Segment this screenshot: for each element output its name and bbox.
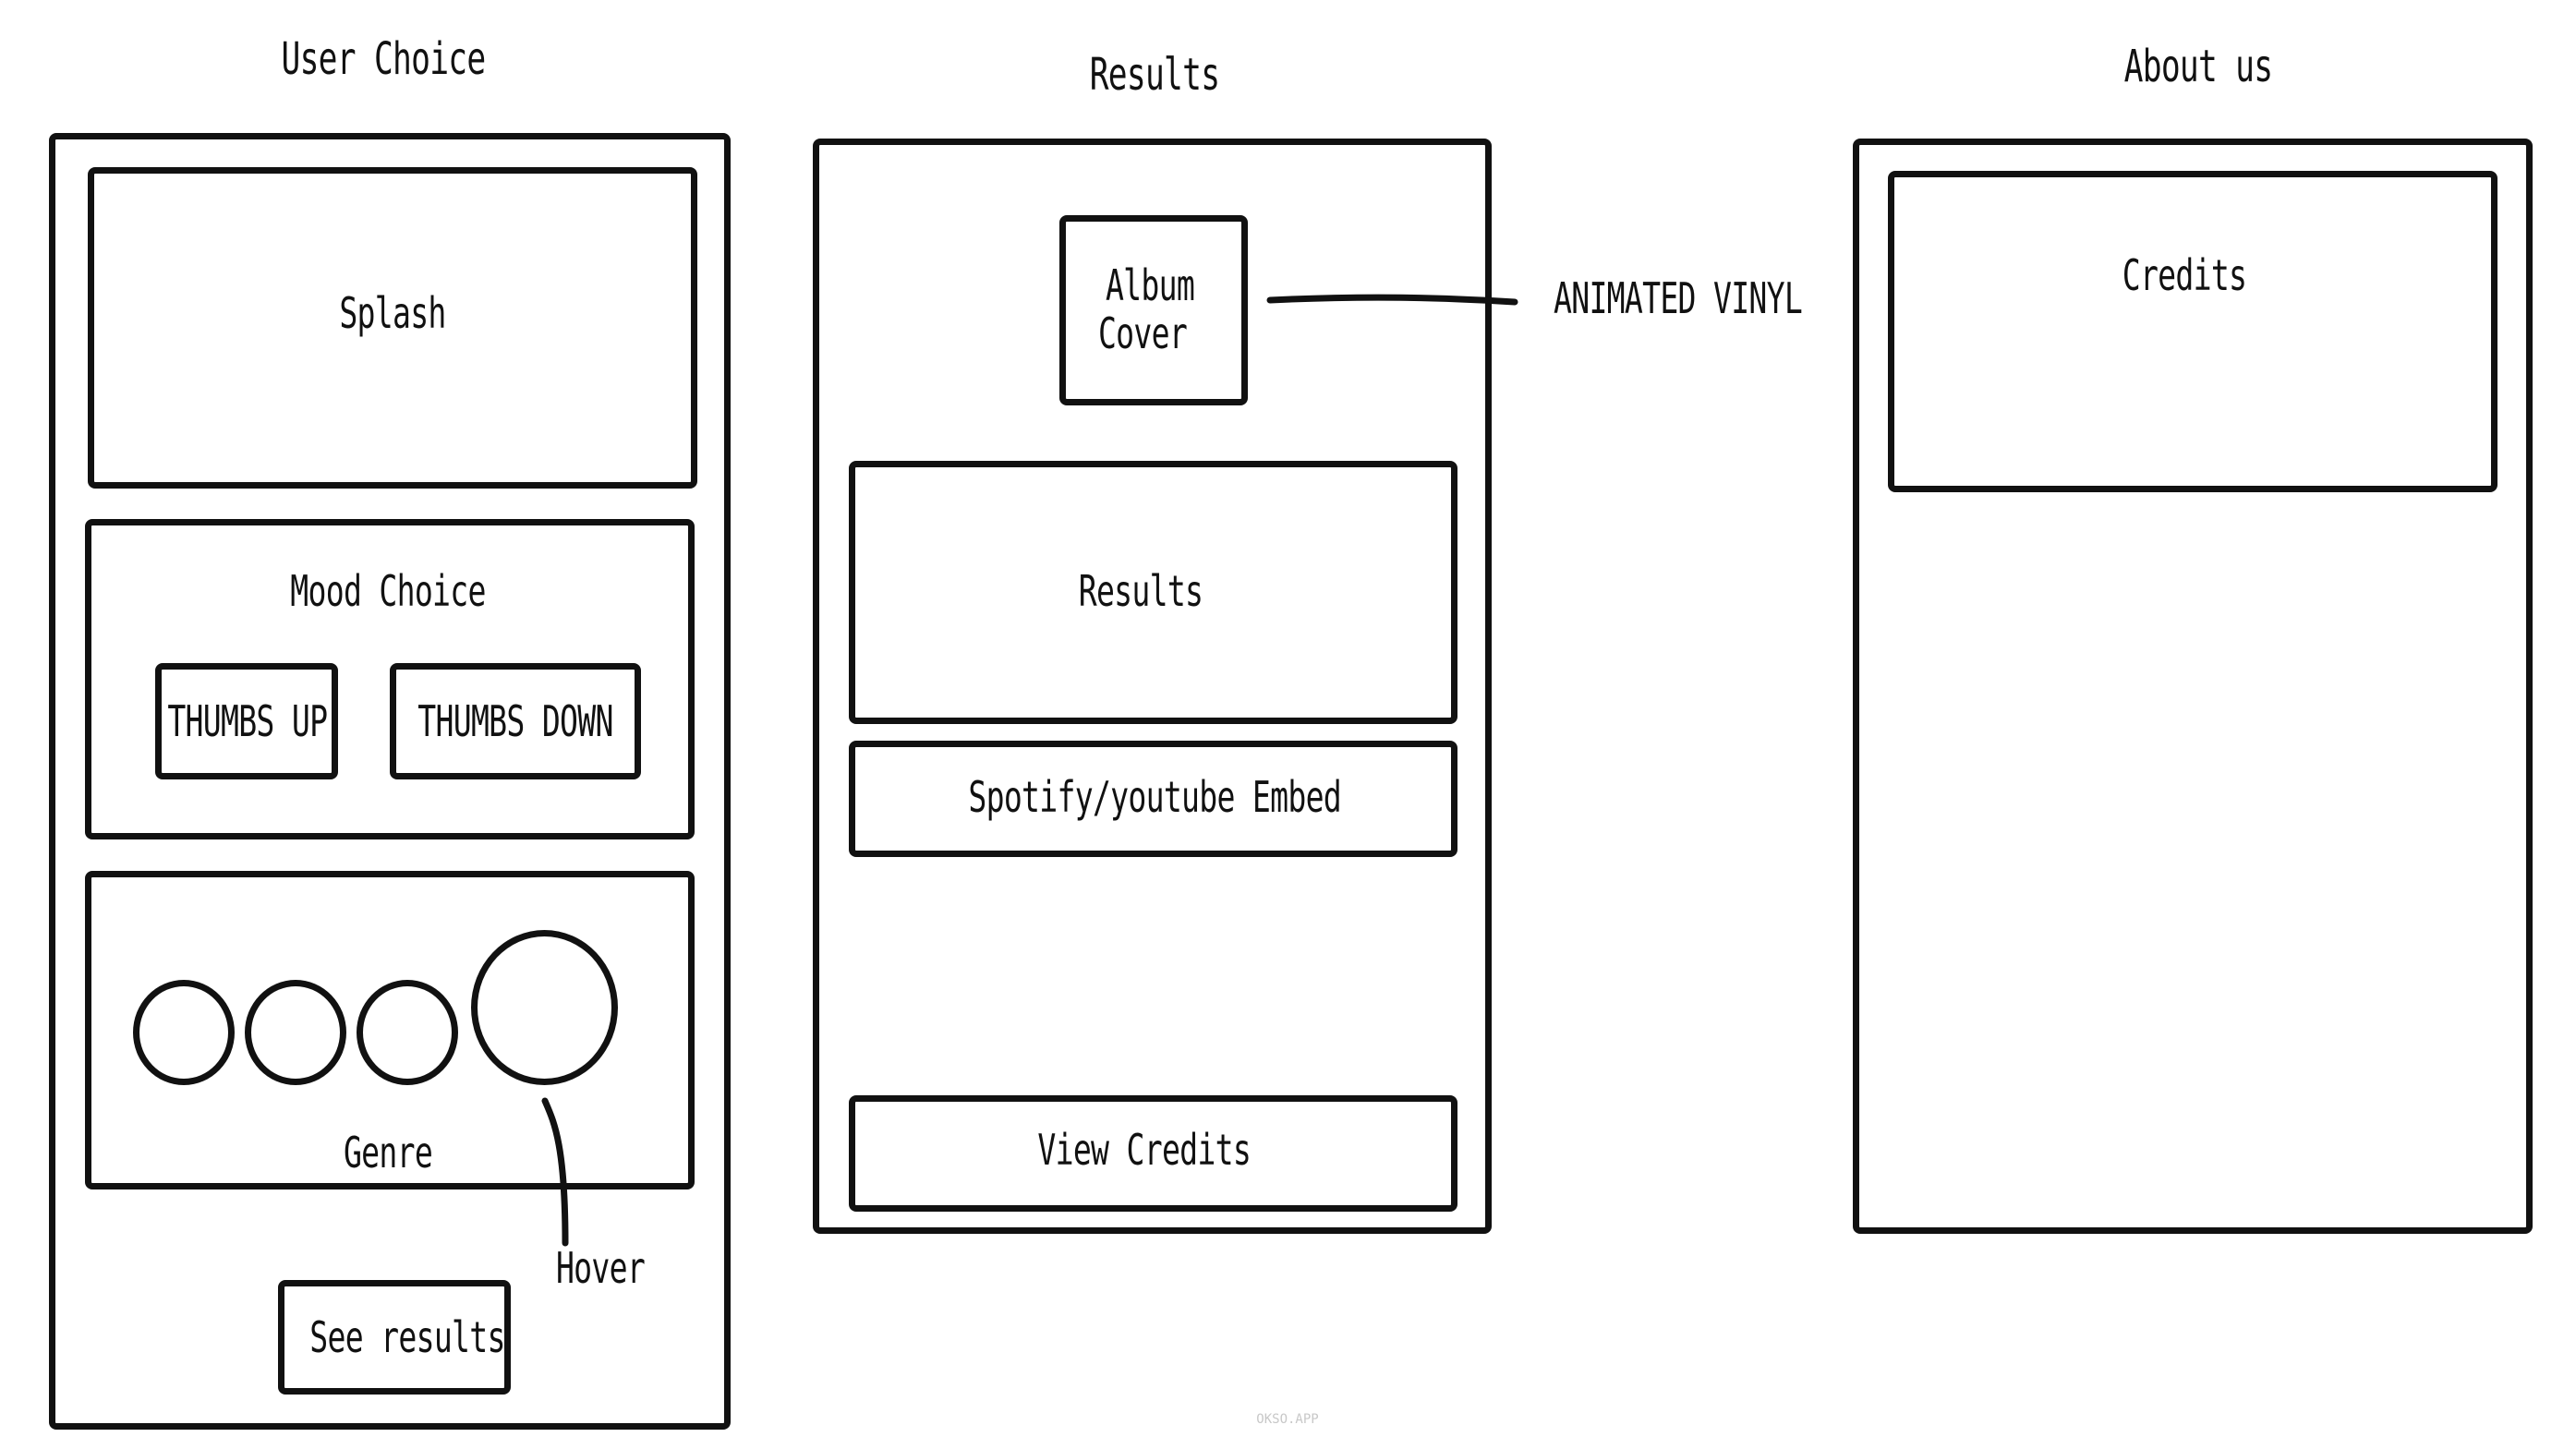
connector-lines xyxy=(541,294,1518,1247)
animated-vinyl-connector-line xyxy=(1266,294,1518,306)
watermark: OKSO.APP xyxy=(1256,1412,1319,1427)
hover-connector-line xyxy=(541,1097,569,1247)
